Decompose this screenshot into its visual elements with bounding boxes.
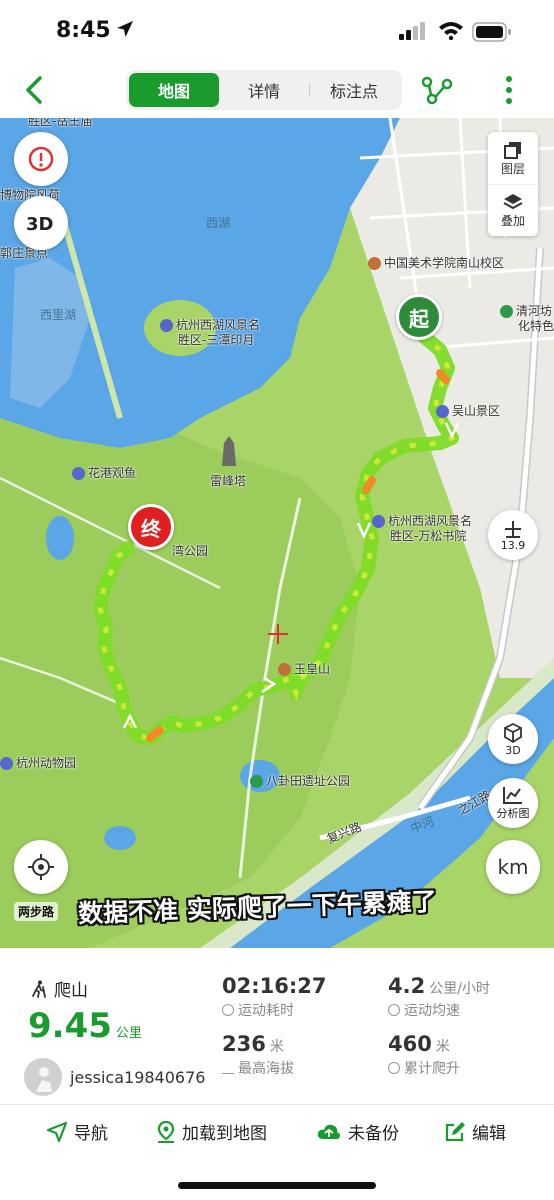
- home-indicator: [178, 1182, 376, 1189]
- view-segmented-control: 地图 详情 标注点: [126, 70, 402, 110]
- stack-icon: [503, 194, 523, 210]
- park-icon: [250, 775, 263, 788]
- sport-type: 爬山: [30, 976, 88, 1001]
- tab-map[interactable]: 地图: [129, 73, 219, 107]
- poi-xihu: 西湖: [206, 216, 231, 230]
- scenic-icon: [72, 467, 85, 480]
- overlay-button[interactable]: 叠加: [488, 184, 538, 236]
- analysis-button[interactable]: 分析图: [488, 778, 538, 828]
- 3d-cube-icon: 3D: [26, 214, 53, 235]
- locate-button[interactable]: [14, 840, 68, 894]
- back-chevron-icon[interactable]: [18, 72, 50, 108]
- poi-wushan[interactable]: 吴山景区: [436, 402, 500, 419]
- hiking-icon: [32, 980, 46, 998]
- view-3d-button[interactable]: 3D: [488, 714, 538, 764]
- crosshair-location-icon: [28, 854, 54, 880]
- zoom-plus-icon: [505, 520, 521, 538]
- location-arrow-icon: [117, 21, 133, 37]
- duration-stat: 02:16:27 运动耗时: [222, 974, 327, 1019]
- scenic-icon: [160, 319, 173, 332]
- user-profile[interactable]: jessica19840676: [24, 1058, 205, 1096]
- tab-details[interactable]: 详情: [219, 73, 309, 107]
- cloud-sync-icon: [317, 1124, 341, 1139]
- arrow-up-circle-icon: [388, 1062, 400, 1074]
- layers-button[interactable]: 图层: [488, 132, 538, 184]
- max-altitude-stat: 236 米 最高海拔: [222, 1032, 294, 1077]
- total-distance: 9.45 公里: [28, 1006, 142, 1046]
- poi-bagua[interactable]: 八卦田遗址公园: [250, 772, 350, 789]
- speedometer-icon: [388, 1004, 400, 1016]
- cube-icon: [504, 722, 522, 743]
- status-time: 8:45: [56, 18, 111, 43]
- map-view[interactable]: 胜区-岳王庙 博物院风荷 郭庄景点 西湖 西里湖 中国美术学院南山校区 杭州西湖…: [0, 118, 554, 948]
- school-icon: [368, 257, 381, 270]
- park-icon: [500, 305, 513, 318]
- report-button[interactable]: [14, 132, 68, 186]
- avg-speed-stat: 4.2 公里/小时 运动均速: [388, 974, 490, 1019]
- map-layers-panel: 图层 叠加: [488, 132, 538, 236]
- layers-icon: [504, 141, 521, 159]
- wifi-icon: [439, 22, 463, 40]
- battery-icon: [472, 22, 511, 42]
- navigation-arrow-icon: [46, 1121, 68, 1142]
- poi-santan[interactable]: 杭州西湖风景名 胜区-三潭印月: [160, 318, 260, 348]
- poi-xilihu: 西里湖: [40, 308, 77, 322]
- start-marker[interactable]: 起: [396, 294, 442, 340]
- line-chart-icon: [503, 787, 522, 804]
- poi-yuewang[interactable]: 胜区-岳王庙: [28, 118, 92, 129]
- zoo-icon: [0, 757, 13, 770]
- avatar[interactable]: [24, 1058, 62, 1096]
- backup-button[interactable]: 未备份: [316, 1119, 399, 1144]
- app-header: 地图 详情 标注点: [0, 64, 554, 118]
- poi-yuhuang[interactable]: 玉皇山: [278, 660, 330, 677]
- poi-wansong[interactable]: 杭州西湖风景名 胜区-万松书院: [372, 514, 472, 544]
- activity-summary: 爬山 9.45 公里 jessica19840676 02:16:27 运动耗时 …: [0, 948, 554, 1104]
- unit-toggle-button[interactable]: km: [486, 840, 540, 894]
- load-to-map-button[interactable]: 加载到地图: [156, 1119, 267, 1144]
- poi-huagang[interactable]: 花港观鱼: [72, 464, 136, 481]
- mountain-peak-icon: [222, 1062, 234, 1074]
- poi-academy[interactable]: 中国美术学院南山校区: [368, 254, 504, 271]
- svg-text:3D: 3D: [26, 214, 53, 235]
- terrain-3d-button[interactable]: 3D: [14, 196, 68, 250]
- username[interactable]: jessica19840676: [70, 1068, 205, 1087]
- more-vertical-icon[interactable]: [498, 72, 520, 108]
- clock-icon: [222, 1004, 234, 1016]
- map-pin-icon: [157, 1120, 175, 1143]
- scenic-icon: [372, 515, 385, 528]
- poi-zoo[interactable]: 杭州动物园: [0, 754, 76, 771]
- edit-button[interactable]: 编辑: [444, 1119, 506, 1144]
- ascent-stat: 460 米 累计爬升: [388, 1032, 460, 1077]
- end-marker[interactable]: 终: [128, 504, 174, 550]
- navigate-button[interactable]: 导航: [46, 1119, 108, 1144]
- share-route-icon[interactable]: [420, 74, 454, 106]
- scenic-icon: [436, 405, 449, 418]
- alert-circle-icon: [28, 146, 54, 172]
- mountain-icon: [278, 663, 291, 676]
- poi-qinghe[interactable]: 清河坊 化特色: [500, 304, 554, 334]
- poi-park[interactable]: 湾公园: [172, 542, 208, 559]
- zoom-level-button[interactable]: 13.9: [488, 510, 538, 560]
- edit-pencil-icon: [445, 1121, 465, 1141]
- cellular-signal-icon: [399, 22, 425, 40]
- tab-waypoints[interactable]: 标注点: [309, 73, 399, 107]
- poi-leifeng[interactable]: 雷峰塔: [210, 472, 246, 489]
- brand-watermark: 两步路: [14, 902, 59, 921]
- status-bar: 8:45: [0, 0, 554, 64]
